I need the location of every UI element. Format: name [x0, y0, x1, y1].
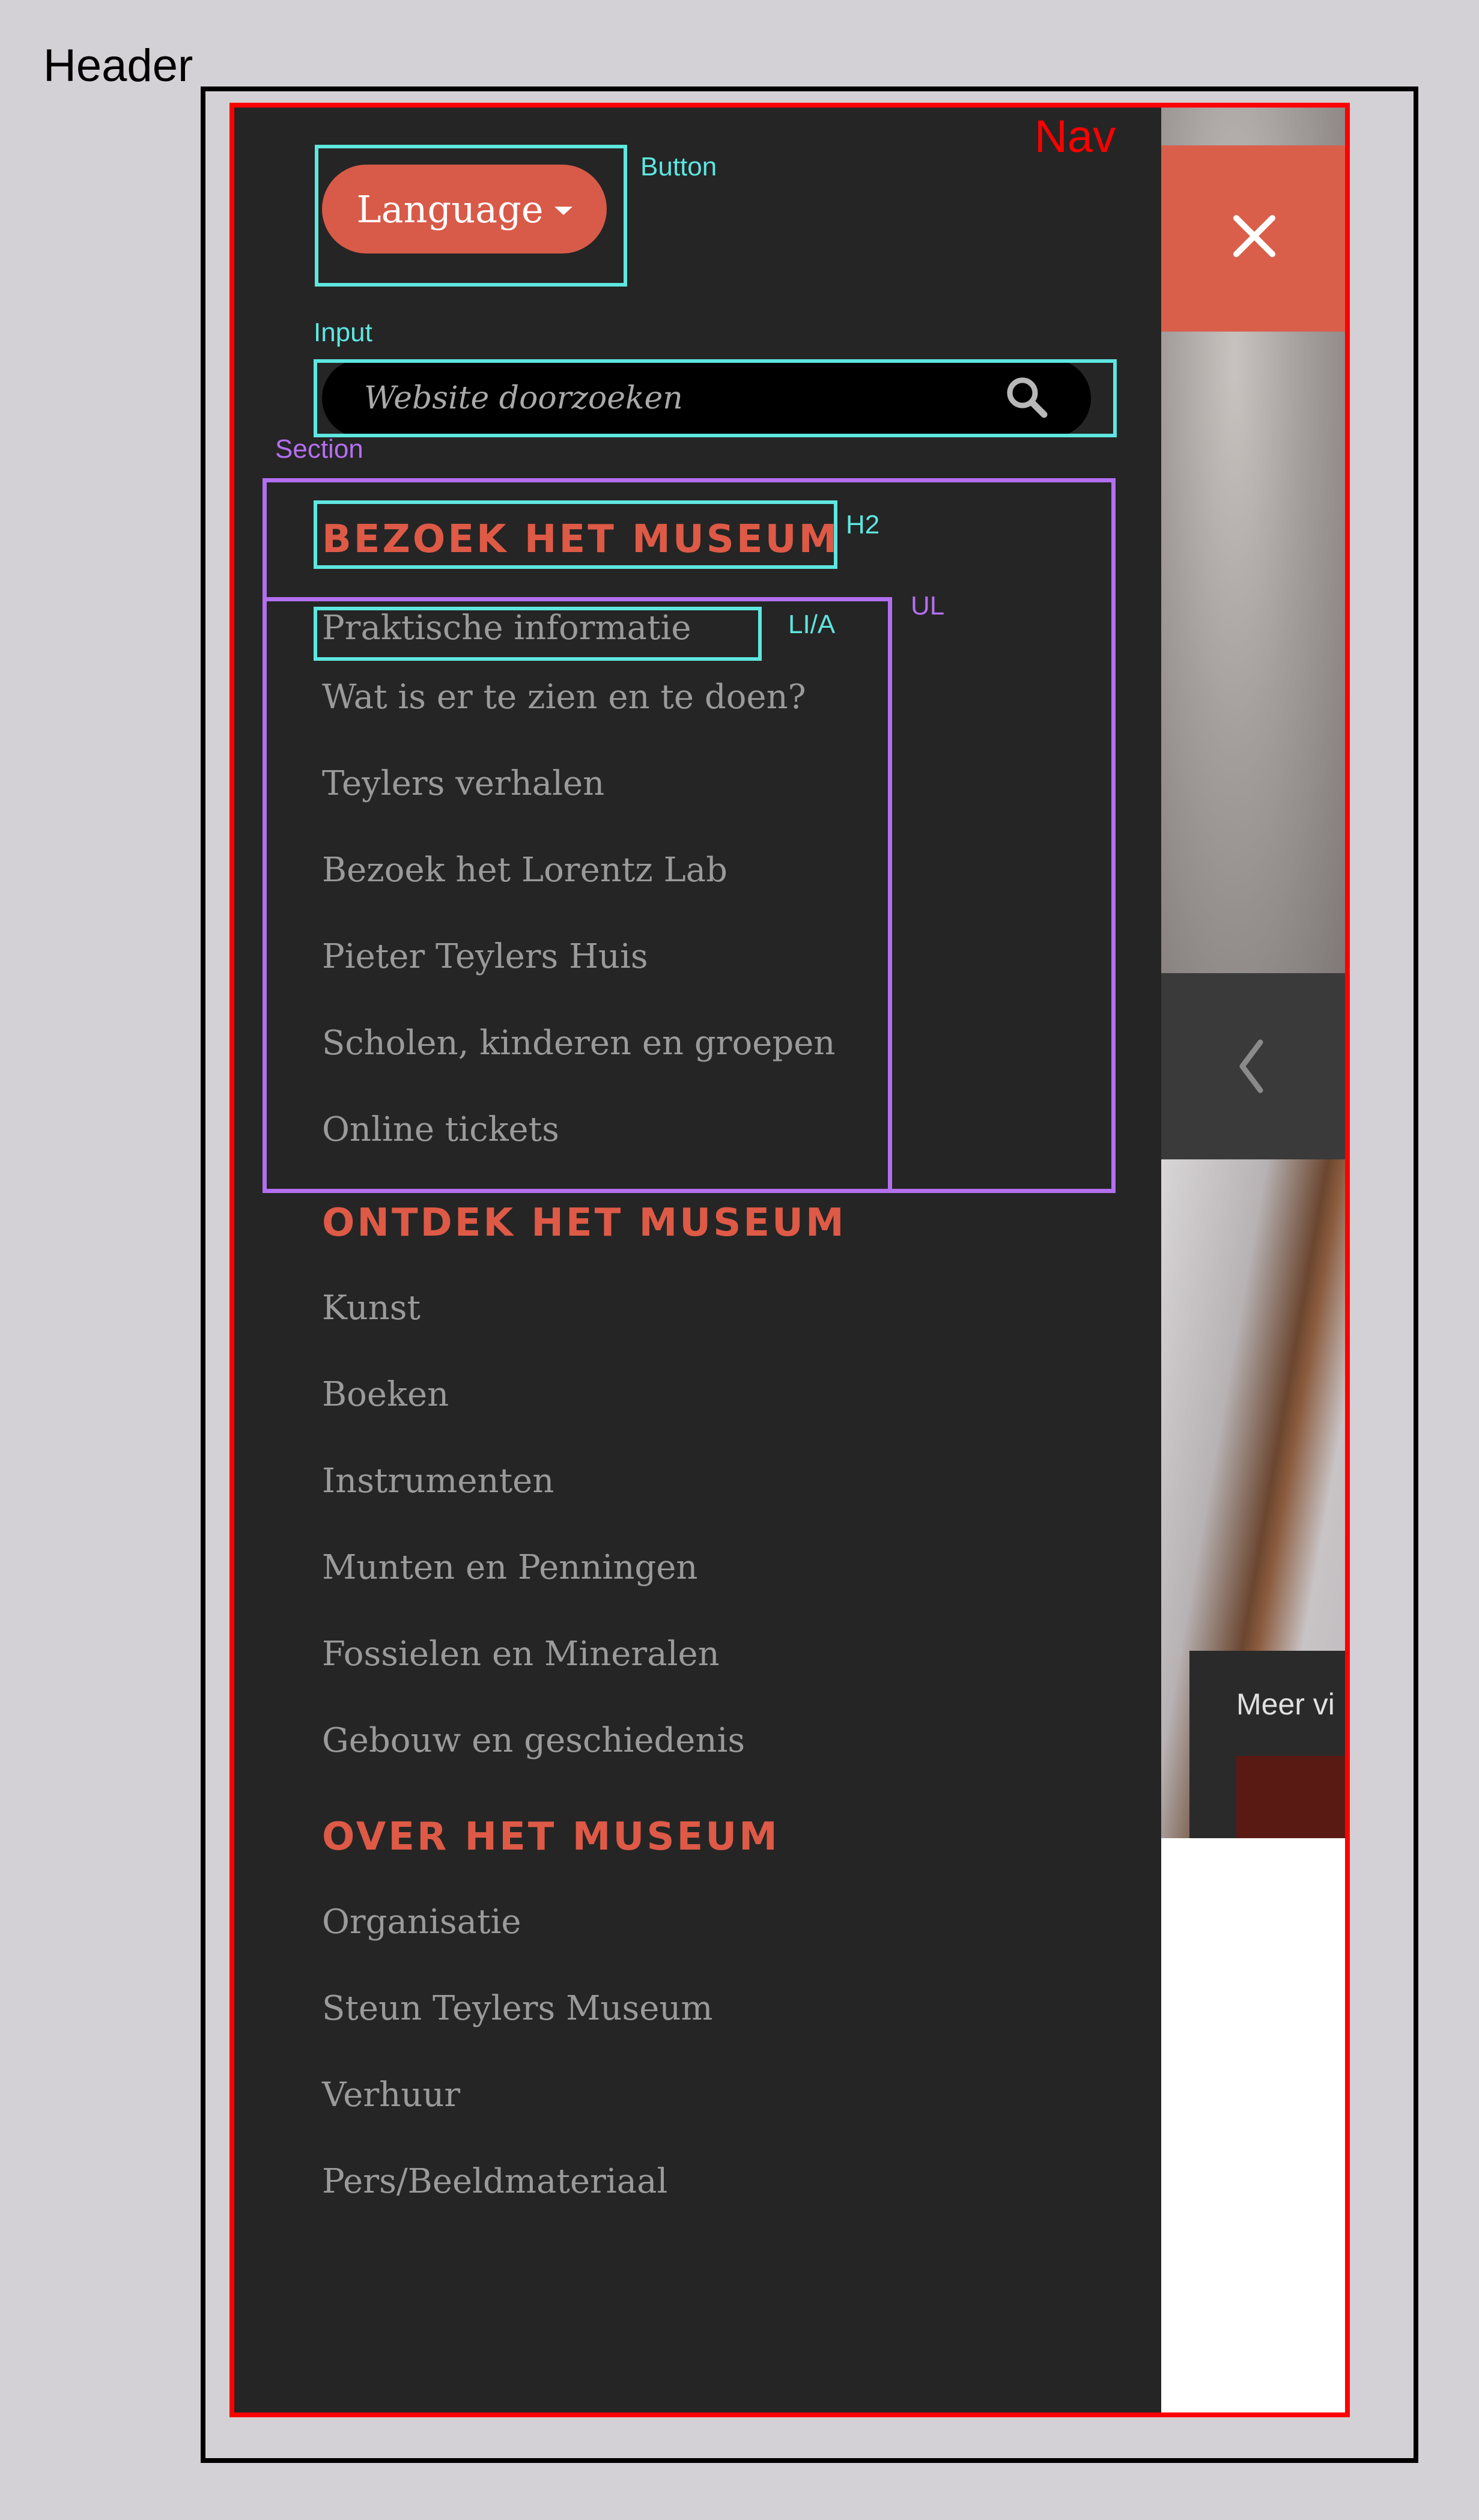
button-annotation-box	[315, 145, 627, 287]
h2-annotation-label: H2	[846, 510, 880, 539]
header-annotation-label: Header	[43, 40, 193, 91]
button-annotation-label: Button	[640, 152, 717, 181]
h2-annotation-box	[314, 500, 837, 569]
section-annotation-label: Section	[275, 434, 363, 464]
input-annotation-box	[314, 359, 1117, 437]
nav-annotation-box	[229, 103, 1350, 2417]
ul-annotation-label: UL	[911, 591, 945, 621]
li-annotation-box	[314, 607, 762, 661]
nav-annotation-label: Nav	[1034, 111, 1116, 162]
input-annotation-label: Input	[314, 318, 372, 347]
ul-annotation-box	[263, 597, 892, 1193]
li-annotation-label: LI/A	[788, 610, 836, 639]
